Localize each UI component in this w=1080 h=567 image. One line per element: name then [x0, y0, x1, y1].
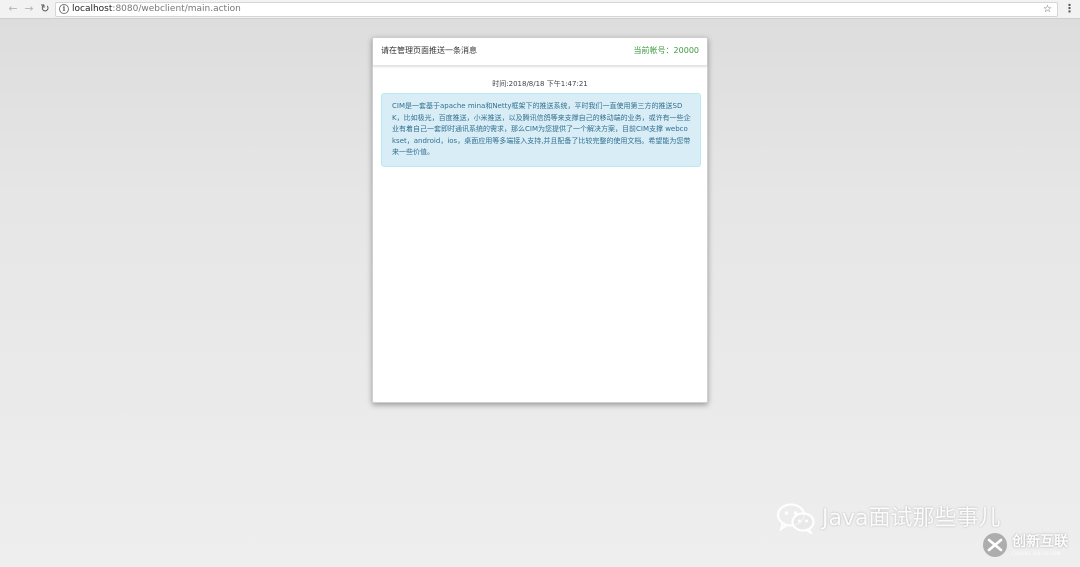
url-text[interactable]: localhost:8080/webclient/main.action: [72, 3, 241, 16]
current-account-label: 当前帐号：20000: [633, 46, 699, 55]
info-icon[interactable]: i: [59, 4, 69, 14]
message-bubble: CIM是一套基于apache mina和Netty框架下的推送系统，平时我们一直…: [381, 93, 701, 167]
reload-icon[interactable]: ↻: [38, 2, 52, 16]
message-panel: 请在管理页面推送一条消息 当前帐号：20000 时间:2018/8/18 下午1…: [372, 37, 708, 403]
back-arrow-icon[interactable]: ←: [6, 2, 20, 16]
url-host: localhost: [72, 4, 113, 14]
wechat-icon: [776, 503, 815, 534]
brand-subtitle: CHUANG XIN HU LIAN: [1012, 551, 1061, 556]
panel-title: 请在管理页面推送一条消息: [381, 46, 477, 55]
panel-header: 请在管理页面推送一条消息 当前帐号：20000: [373, 38, 707, 66]
forward-arrow-icon[interactable]: →: [22, 2, 36, 16]
wechat-watermark-text: Java面试那些事儿: [822, 506, 1001, 531]
browser-toolbar: ← → ↻ i localhost:8080/webclient/main.ac…: [0, 0, 1080, 19]
message-text: CIM是一套基于apache mina和Netty框架下的推送系统，平时我们一直…: [392, 102, 691, 156]
message-timestamp: 时间:2018/8/18 下午1:47:21: [492, 80, 588, 88]
address-bar[interactable]: i localhost:8080/webclient/main.action ☆: [55, 2, 1058, 17]
menu-dots-icon[interactable]: ⋮: [1064, 2, 1075, 16]
brand-watermark: 创新互联 CHUANG XIN HU LIAN: [982, 530, 1078, 562]
brand-name: 创新互联: [1012, 534, 1068, 550]
url-path: :8080/webclient/main.action: [112, 4, 241, 14]
brand-logo-icon: [983, 533, 1007, 557]
bookmark-star-icon[interactable]: ☆: [1043, 3, 1052, 16]
